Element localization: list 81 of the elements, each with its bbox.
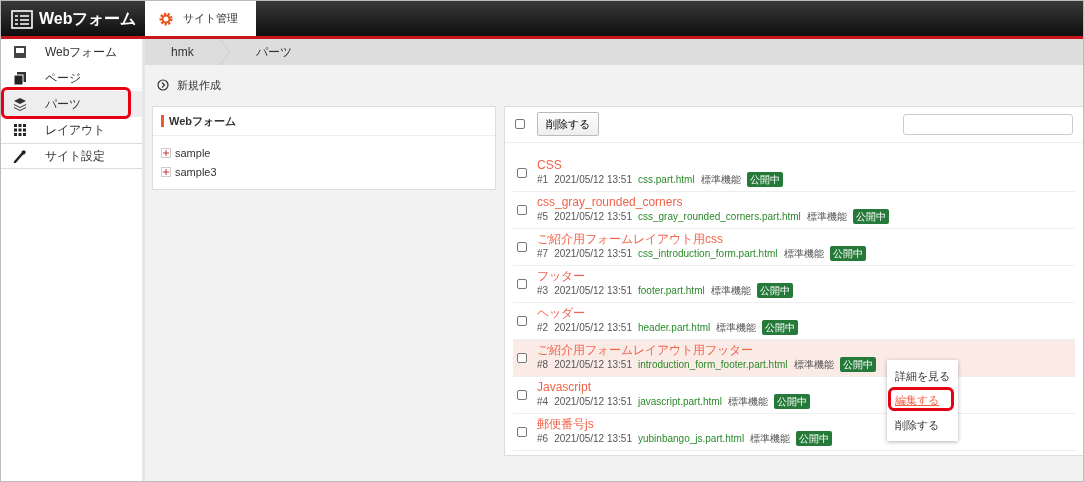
- row-checkbox[interactable]: [517, 353, 527, 363]
- breadcrumb-item[interactable]: hmk: [145, 43, 220, 61]
- logo-text: Webフォーム: [39, 8, 137, 29]
- part-type: 標準機能: [727, 395, 768, 410]
- site-admin-tab[interactable]: サイト管理: [145, 1, 256, 36]
- status-badge: 公開中: [773, 394, 810, 410]
- status-badge: 公開中: [756, 283, 793, 299]
- row-checkbox[interactable]: [517, 279, 527, 289]
- file-name: footer.part.html: [638, 284, 705, 299]
- panel-title: Webフォーム: [161, 114, 237, 127]
- part-id: #2: [537, 321, 549, 336]
- row-checkbox[interactable]: [517, 427, 527, 437]
- part-type: 標準機能: [806, 210, 847, 225]
- part-date: 2021/05/12 13:51: [554, 173, 632, 188]
- expand-icon[interactable]: [161, 166, 171, 177]
- sidebar-item[interactable]: レイアウト: [1, 117, 142, 143]
- form-icon: [11, 8, 33, 29]
- part-id: #1: [537, 173, 549, 188]
- delete-button[interactable]: 削除する: [537, 111, 599, 137]
- gear-icon: [159, 11, 173, 26]
- wrench-icon: [13, 149, 27, 163]
- part-type: 標準機能: [716, 321, 757, 336]
- list-row[interactable]: CSS #1 2021/05/12 13:51 css.part.html 標準機能 公開中: [513, 154, 1075, 192]
- tree-item[interactable]: sample3: [175, 163, 217, 180]
- file-name: css_gray_rounded_corners.part.html: [638, 210, 801, 225]
- list-row[interactable]: フッター #3 2021/05/12 13:51 footer.part.html 標準機能 公開中: [513, 265, 1075, 303]
- row-checkbox[interactable]: [517, 390, 527, 400]
- file-name: introduction_form_footer.part.html: [638, 358, 788, 373]
- chevron-icon: [219, 39, 230, 65]
- select-all-checkbox[interactable]: [515, 119, 525, 129]
- grid-icon: [13, 123, 27, 137]
- file-name: css_introduction_form.part.html: [638, 247, 778, 262]
- row-checkbox[interactable]: [517, 205, 527, 215]
- part-type: 標準機能: [700, 173, 741, 188]
- part-id: #8: [537, 358, 549, 373]
- part-date: 2021/05/12 13:51: [554, 395, 632, 410]
- part-date: 2021/05/12 13:51: [554, 432, 632, 447]
- sidebar-item[interactable]: サイト設定: [1, 143, 142, 169]
- part-date: 2021/05/12 13:51: [554, 321, 632, 336]
- part-date: 2021/05/12 13:51: [554, 247, 632, 262]
- expand-icon[interactable]: [161, 148, 171, 159]
- list-row[interactable]: css_gray_rounded_corners #5 2021/05/12 13:51 css_gray_rounded_corners.part.html 標準機能 公開中: [513, 191, 1075, 229]
- search-field[interactable]: [903, 113, 1073, 135]
- status-badge: 公開中: [762, 320, 799, 336]
- part-id: #5: [537, 210, 549, 225]
- part-type: 標準機能: [750, 432, 791, 447]
- tree-item[interactable]: sample: [175, 145, 211, 162]
- part-id: #3: [537, 284, 549, 299]
- list-row[interactable]: ご紹介用フォームレイアウト用css #7 2021/05/12 13:51 css_introduction_form.part.html 標準機能 公開中: [513, 228, 1075, 266]
- file-name: css.part.html: [638, 173, 695, 188]
- breadcrumb-item: パーツ: [254, 44, 293, 61]
- status-badge: 公開中: [852, 209, 889, 225]
- arrow-circle-icon: [157, 79, 169, 92]
- status-badge: 公開中: [829, 246, 866, 262]
- part-date: 2021/05/12 13:51: [554, 210, 632, 225]
- file-name: javascript.part.html: [638, 395, 722, 410]
- layers-icon: [13, 97, 27, 111]
- row-checkbox[interactable]: [517, 242, 527, 252]
- part-type: 標準機能: [783, 247, 824, 262]
- sidebar-item[interactable]: ページ: [1, 65, 142, 91]
- row-checkbox[interactable]: [517, 316, 527, 326]
- file-name: yubinbango_js.part.html: [638, 432, 745, 447]
- file-name: header.part.html: [638, 321, 711, 336]
- part-id: #4: [537, 395, 549, 410]
- part-id: #7: [537, 247, 549, 262]
- status-badge: 公開中: [796, 431, 833, 447]
- list-row[interactable]: ヘッダー #2 2021/05/12 13:51 header.part.html 標準機能 公開中: [513, 302, 1075, 340]
- status-badge: 公開中: [839, 357, 876, 373]
- highlight-frame: [888, 387, 954, 411]
- row-checkbox[interactable]: [517, 168, 527, 178]
- new-button[interactable]: 新規作成: [145, 65, 233, 106]
- sidebar-item[interactable]: Webフォーム: [1, 39, 142, 65]
- tray-icon: [13, 45, 27, 59]
- part-date: 2021/05/12 13:51: [554, 358, 632, 373]
- pages-icon: [13, 71, 27, 85]
- part-id: #6: [537, 432, 549, 447]
- part-type: 標準機能: [710, 284, 751, 299]
- part-type: 標準機能: [793, 358, 834, 373]
- status-badge: 公開中: [746, 172, 783, 188]
- menu-item[interactable]: 削除する: [895, 418, 939, 431]
- part-date: 2021/05/12 13:51: [554, 284, 632, 299]
